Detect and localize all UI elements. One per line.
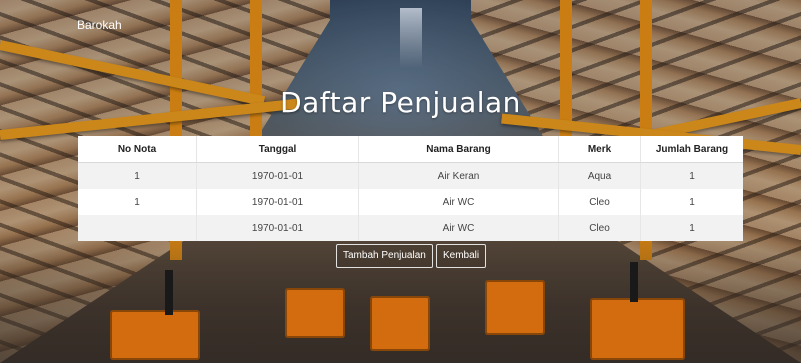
- column-header-tanggal: Tanggal: [196, 136, 359, 163]
- cell-nama-barang: Air WC: [358, 189, 559, 215]
- table-header-row: No Nota Tanggal Nama Barang Merk Jumlah …: [78, 136, 743, 163]
- cell-nama-barang: Air Keran: [358, 162, 559, 189]
- cell-tanggal: 1970-01-01: [196, 215, 359, 241]
- add-sale-button[interactable]: Tambah Penjualan: [336, 244, 433, 268]
- cell-no-nota: 1: [78, 162, 197, 189]
- cell-tanggal: 1970-01-01: [196, 162, 359, 189]
- cell-jumlah-barang: 1: [689, 196, 695, 208]
- cell-no-nota: 1: [78, 189, 197, 215]
- table-row: 1 1970-01-01 Air WC Cleo 1: [78, 189, 743, 215]
- cell-merk: Cleo: [558, 215, 641, 241]
- column-header-no-nota: No Nota: [78, 136, 197, 163]
- cell-merk: Aqua: [558, 162, 641, 189]
- sales-table: No Nota Tanggal Nama Barang Merk Jumlah …: [78, 136, 743, 241]
- table-row: 1 1970-01-01 Air Keran Aqua 1: [78, 162, 743, 189]
- cell-nama-barang: Air WC: [358, 215, 559, 241]
- brand-link[interactable]: Barokah: [77, 18, 122, 32]
- page-title: Daftar Penjualan: [280, 86, 521, 119]
- column-header-merk: Merk: [558, 136, 641, 163]
- cell-merk: Cleo: [558, 189, 641, 215]
- cell-no-nota: [78, 215, 197, 241]
- column-header-nama-barang: Nama Barang: [358, 136, 559, 163]
- column-header-jumlah-barang: Jumlah Barang: [640, 136, 743, 163]
- back-button[interactable]: Kembali: [436, 244, 487, 268]
- cell-tanggal: 1970-01-01: [196, 189, 359, 215]
- table-row: 1970-01-01 Air WC Cleo 1: [78, 215, 743, 241]
- warehouse-background: Barokah Daftar Penjualan No Nota Tanggal…: [0, 0, 801, 363]
- cell-jumlah-barang: 1: [640, 215, 743, 241]
- cell-jumlah-barang: 1: [640, 162, 743, 189]
